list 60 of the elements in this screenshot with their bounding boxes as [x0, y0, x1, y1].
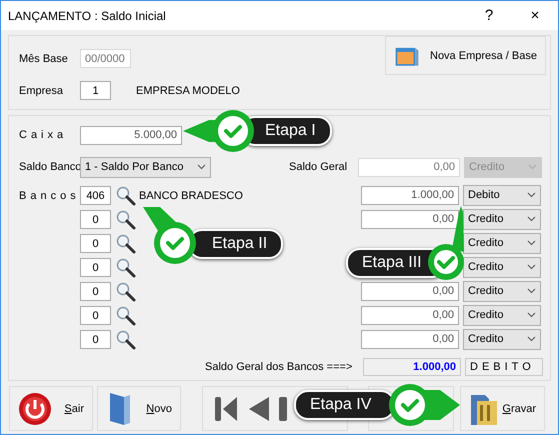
- chevron-down-icon: [527, 216, 536, 222]
- type-dropdown[interactable]: Credito: [463, 304, 541, 326]
- search-icon[interactable]: [116, 234, 136, 254]
- bank-code-field[interactable]: 0: [80, 282, 111, 302]
- close-button[interactable]: ×: [512, 1, 558, 30]
- field-label: Caixa: [19, 129, 68, 142]
- amount-field[interactable]: 1.000,00: [361, 186, 459, 205]
- amount-field[interactable]: 0,00: [361, 210, 459, 229]
- type-dropdown[interactable]: Credito: [463, 256, 541, 278]
- type-dropdown[interactable]: Credito: [463, 328, 541, 350]
- amount-field[interactable]: 0,00: [361, 306, 459, 325]
- amount-field[interactable]: 0,00: [361, 282, 459, 301]
- search-icon[interactable]: [116, 306, 136, 326]
- bank-code-field[interactable]: 0: [80, 258, 111, 278]
- chevron-down-icon: [527, 240, 536, 246]
- bank-name: BANCO BRADESCO: [139, 190, 243, 202]
- type-dropdown[interactable]: Credito: [463, 232, 541, 254]
- check-badge-icon: [181, 108, 257, 154]
- new-company-button[interactable]: Nova Empresa / Base: [385, 36, 546, 75]
- bank-code-field[interactable]: 406: [80, 186, 111, 206]
- chevron-down-icon: [527, 312, 536, 318]
- field-label: Mês Base: [19, 52, 69, 64]
- field-label: Empresa: [19, 84, 64, 96]
- type-dropdown[interactable]: Debito: [463, 184, 541, 206]
- search-icon[interactable]: [116, 282, 136, 302]
- search-icon[interactable]: [116, 330, 136, 350]
- type-dropdown[interactable]: Credito: [463, 208, 541, 230]
- chevron-down-icon: [197, 164, 206, 170]
- window-title: LANÇAMENTO : Saldo Inicial: [8, 8, 167, 22]
- field-label: Saldo Geral: [289, 161, 348, 174]
- company-name: EMPRESA MODELO: [136, 84, 240, 96]
- check-badge-icon: [426, 204, 466, 282]
- company-code-field[interactable]: 1: [80, 81, 111, 100]
- new-button[interactable]: Novo: [97, 386, 181, 432]
- power-icon: [18, 392, 52, 426]
- type-dropdown[interactable]: Credito: [463, 280, 541, 302]
- bank-code-field[interactable]: 0: [80, 306, 111, 326]
- bank-code-field[interactable]: 0: [80, 234, 111, 254]
- month-field[interactable]: 00/0000: [80, 49, 131, 68]
- bank-code-field[interactable]: 0: [80, 210, 111, 230]
- total-type: DEBITO: [465, 358, 543, 376]
- chevron-down-icon: [527, 192, 536, 198]
- total-label: Saldo Geral dos Bancos ===>: [205, 360, 354, 373]
- amount-field[interactable]: 0,00: [361, 330, 459, 349]
- chevron-down-icon: [527, 288, 536, 294]
- search-icon[interactable]: [116, 186, 136, 206]
- field-label: Bancos: [19, 190, 80, 202]
- search-icon[interactable]: [116, 210, 136, 230]
- save-button[interactable]: Gravar: [460, 386, 545, 432]
- help-button[interactable]: ?: [466, 1, 512, 30]
- exit-button[interactable]: Sair: [9, 386, 93, 432]
- chevron-down-icon: [527, 336, 536, 342]
- search-icon[interactable]: [116, 258, 136, 278]
- chevron-down-icon: [527, 264, 536, 270]
- balance-dropdown[interactable]: 1 - Saldo Por Banco: [80, 156, 211, 178]
- total-value: 1.000,00: [363, 358, 461, 376]
- bank-code-field[interactable]: 0: [80, 330, 111, 350]
- field-label: Saldo Banco: [19, 161, 80, 174]
- cash-field[interactable]: 5.000,00: [80, 126, 182, 145]
- chevron-down-icon: [528, 164, 537, 170]
